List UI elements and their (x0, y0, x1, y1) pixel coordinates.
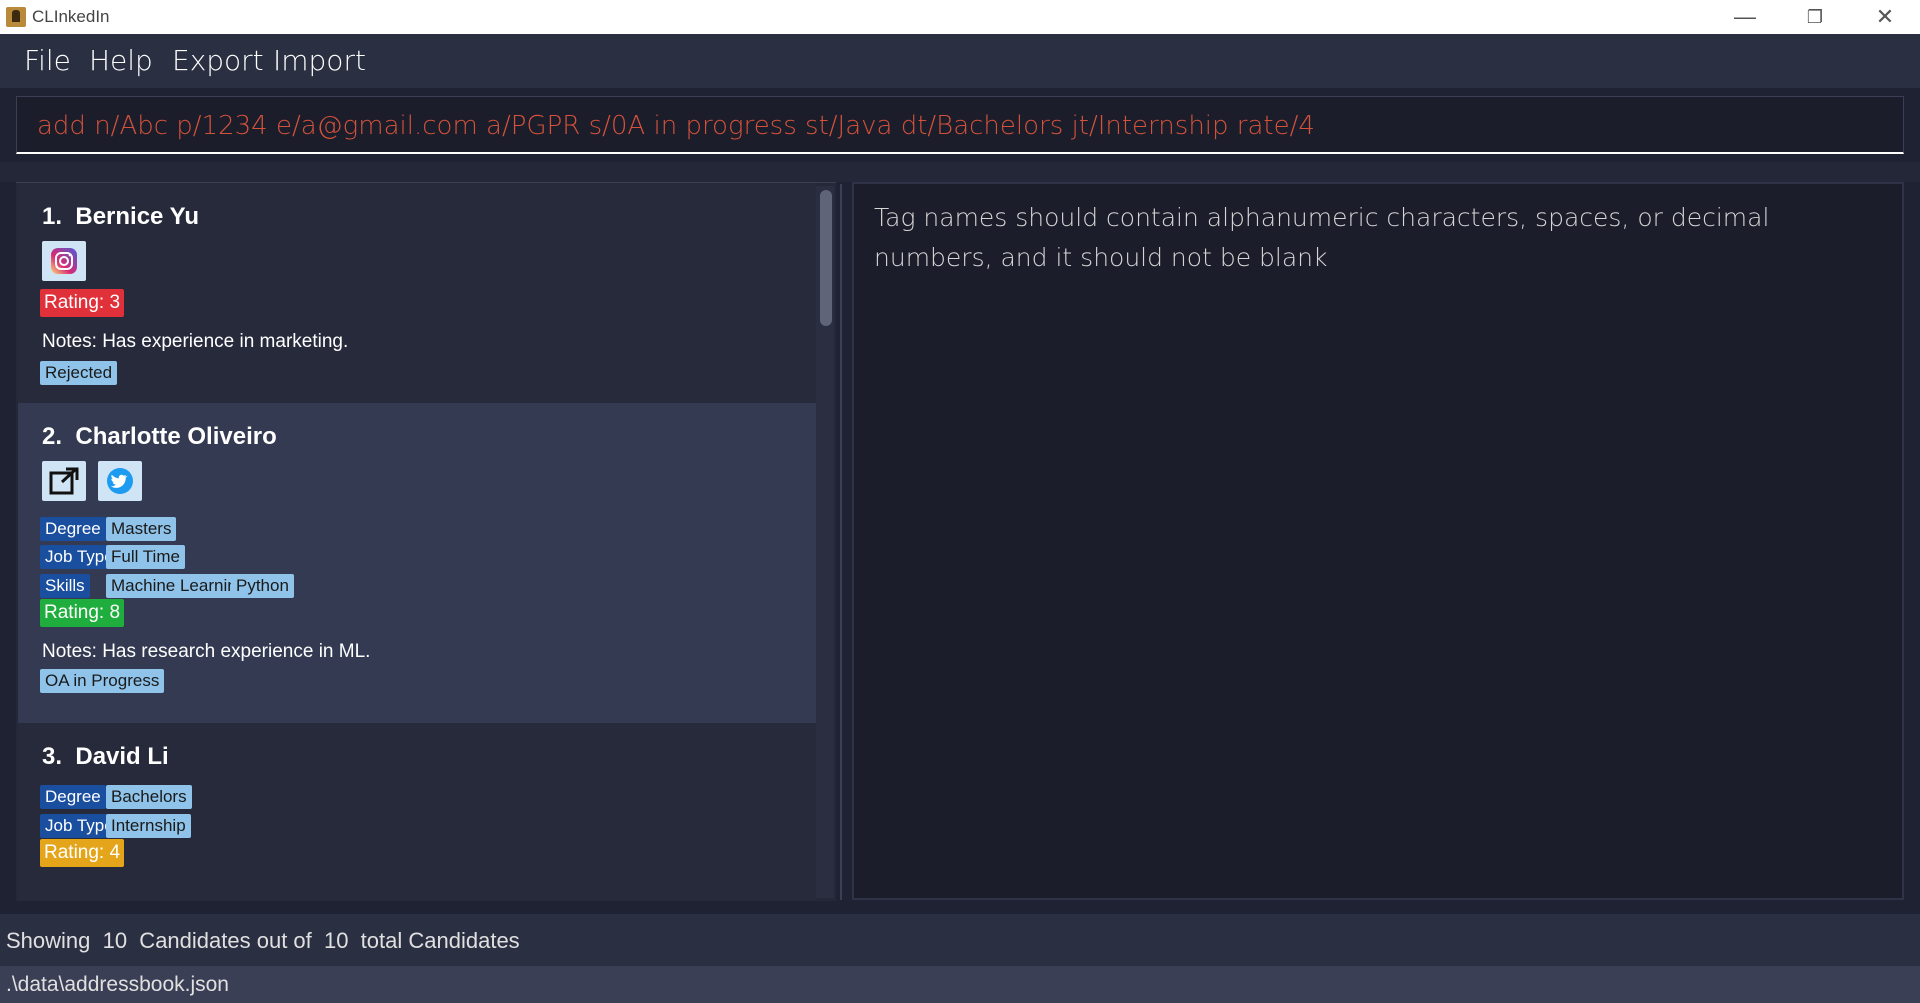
command-box (16, 96, 1904, 154)
status-tag: Rejected (40, 361, 118, 385)
file-status-bar: .\data\addressbook.json (0, 966, 1920, 1003)
candidate-card-1[interactable]: 1. Bernice Yu Rating: 3 Notes: Has exper… (18, 183, 816, 403)
jobtype-tag: Full Time (106, 545, 185, 569)
external-link-icon[interactable] (42, 461, 86, 501)
panel-divider[interactable] (836, 182, 852, 900)
file-path-text: .\data\addressbook.json (6, 973, 229, 996)
candidate-name-text: David Li (75, 743, 169, 770)
result-message: Tag names should contain alphanumeric ch… (874, 203, 1770, 272)
maximize-button[interactable]: ❐ (1780, 0, 1850, 34)
instagram-icon[interactable] (42, 241, 86, 281)
window-title: CLInkedIn (32, 7, 110, 26)
menu-file[interactable]: File (24, 44, 71, 77)
degree-tag: Masters (106, 517, 177, 541)
candidate-card-2[interactable]: 2. Charlotte Oliveiro Degree Masters Job… (18, 403, 816, 723)
menu-help[interactable]: Help (89, 44, 153, 77)
app-logo-icon (6, 7, 26, 27)
skill-tag: Python (231, 574, 294, 598)
list-scrollbar-thumb[interactable] (820, 190, 832, 326)
candidate-index: 1. (42, 203, 63, 230)
candidate-index: 3. (42, 743, 63, 770)
candidate-notes: Notes: Has experience in marketing. (42, 331, 349, 352)
skill-tag: Machine Learning (106, 574, 252, 598)
list-status-bar: Showing 10 Candidates out of 10 total Ca… (0, 914, 1920, 966)
candidate-name-text: Charlotte Oliveiro (75, 423, 277, 450)
candidate-count-text: Showing 10 Candidates out of 10 total Ca… (6, 928, 520, 953)
menu-import[interactable]: Import (273, 44, 366, 77)
command-area (0, 88, 1920, 162)
candidate-notes: Notes: Has research experience in ML. (42, 641, 371, 662)
skills-label-tag: Skills (40, 574, 90, 598)
close-button[interactable]: ✕ (1850, 0, 1920, 34)
candidate-card-3[interactable]: 3. David Li Degree Bachelors Job Type In… (18, 723, 816, 901)
degree-tag: Bachelors (106, 785, 192, 809)
candidate-index: 2. (42, 423, 63, 450)
candidate-name-text: Bernice Yu (75, 203, 199, 230)
degree-label-tag: Degree (40, 517, 106, 541)
title-bar: CLInkedIn — ❐ ✕ (0, 0, 1920, 34)
candidate-list[interactable]: 1. Bernice Yu Rating: 3 Notes: Has exper… (16, 182, 836, 901)
rating-badge: Rating: 3 (40, 289, 125, 317)
command-input[interactable] (35, 107, 1879, 145)
candidate-name: 1. Bernice Yu (42, 203, 199, 231)
degree-label-tag: Degree (40, 785, 106, 809)
menu-export[interactable]: Export (172, 44, 264, 77)
twitter-icon[interactable] (98, 461, 142, 501)
candidate-name: 3. David Li (42, 743, 169, 771)
minimize-button[interactable]: — (1710, 0, 1780, 34)
jobtype-tag: Internship (106, 814, 191, 838)
rating-badge: Rating: 8 (40, 599, 125, 627)
candidate-name: 2. Charlotte Oliveiro (42, 423, 277, 451)
status-tag: OA in Progress (40, 669, 165, 693)
rating-badge: Rating: 4 (40, 839, 125, 867)
panel-divider-line (840, 184, 842, 900)
result-display: Tag names should contain alphanumeric ch… (852, 182, 1904, 900)
menu-bar: File Help Export Import (0, 34, 1920, 88)
separator (0, 162, 1920, 182)
